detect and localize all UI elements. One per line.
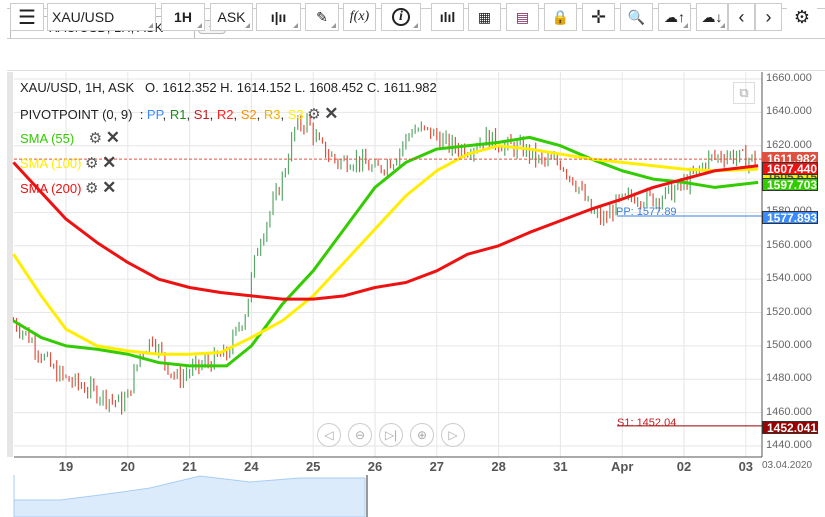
legend-title: XAU/USD, 1H, ASK	[20, 80, 135, 95]
sma55-legend: SMA (55) ⚙ ✕	[20, 128, 120, 148]
x-tick-label: 03	[738, 459, 754, 474]
pivot-item: PP	[146, 107, 163, 122]
s1-annotation: S1: 1452.04	[617, 417, 677, 429]
pivot-item: S2	[240, 107, 257, 122]
sma200-line	[12, 161, 759, 301]
ohlc-legend: XAU/USD, 1H, ASK O. 1612.352 H. 1614.152…	[20, 80, 437, 95]
x-tick-label: 20	[120, 459, 136, 474]
pivot-sep: :	[139, 107, 147, 122]
x-tick-label: 21	[182, 459, 197, 474]
expand-icon[interactable]: ⧉	[733, 82, 755, 104]
pivot-item: R2	[216, 107, 234, 122]
pivot-comma: ,	[233, 107, 241, 122]
y-tick-label: 1460.000	[766, 405, 812, 418]
y-tick-label: 1560.000	[766, 238, 812, 251]
sma200-remove-icon[interactable]: ✕	[102, 178, 116, 197]
x-tick-label: 27	[429, 459, 445, 474]
pivot-comma: ,	[162, 107, 170, 122]
pivot-legend: PIVOTPOINT (0, 9) : PP, R1, S1, R2, S2, …	[20, 104, 339, 124]
pivot-comma: ,	[256, 107, 264, 122]
y-tick-label: 1540.000	[766, 272, 812, 285]
pivot-settings-icon[interactable]: ⚙	[307, 106, 320, 123]
x-tick-label: Apr	[610, 459, 634, 474]
sma200-label: SMA (200)	[20, 181, 82, 196]
pivot-comma: ,	[280, 107, 288, 122]
sma100-label: SMA (100)	[20, 156, 82, 171]
y-tick-label: 1440.000	[766, 438, 812, 451]
x-tick-label: 25	[305, 459, 321, 474]
s1-price-label: 1452.041	[762, 421, 818, 435]
sma100-settings-icon[interactable]: ⚙	[85, 155, 98, 172]
zoom-out-button[interactable]: ⊖	[348, 423, 372, 447]
sma55-label: SMA (55)	[20, 131, 75, 146]
scroll-right-button[interactable]: ▷	[441, 423, 465, 447]
pp-price-label: 1577.893	[762, 211, 818, 225]
date-label: 03.04.2020	[762, 460, 813, 471]
sma55-remove-icon[interactable]: ✕	[106, 128, 120, 147]
pivot-remove-icon[interactable]: ✕	[324, 104, 338, 123]
scroll-left-button[interactable]: ◁	[317, 423, 341, 447]
y-tick-label: 1640.000	[766, 105, 812, 118]
pivot-item: S3	[287, 107, 304, 122]
sma200-price-label: 1607.440	[762, 162, 818, 176]
pivot-label: PIVOTPOINT (0, 9)	[20, 107, 133, 122]
x-tick-label: 24	[244, 459, 259, 474]
pivot-items: PP, R1, S1, R2, S2, R3, S3	[147, 107, 304, 122]
y-tick-label: 1520.000	[766, 305, 812, 318]
x-tick-label: 26	[367, 459, 383, 474]
pivot-item: R1	[169, 107, 187, 122]
sma100-legend: SMA (100) ⚙ ✕	[20, 153, 116, 173]
sma55-settings-icon[interactable]: ⚙	[89, 130, 102, 147]
sma100-remove-icon[interactable]: ✕	[102, 153, 116, 172]
y-tick-label: 1660.000	[766, 72, 812, 84]
sma55-price-label: 1597.703	[762, 178, 818, 192]
x-tick-label: 31	[553, 459, 568, 474]
y-tick-label: 1620.000	[766, 138, 812, 151]
pivot-comma: ,	[186, 107, 194, 122]
sma55-line	[12, 135, 759, 368]
x-tick-label: 02	[676, 459, 692, 474]
pivot-comma: ,	[209, 107, 217, 122]
pivot-item: R3	[263, 107, 281, 122]
y-tick-label: 1480.000	[766, 372, 812, 385]
sma200-settings-icon[interactable]: ⚙	[85, 180, 98, 197]
y-tick-label: 1500.000	[766, 338, 812, 351]
sma200-legend: SMA (200) ⚙ ✕	[20, 178, 116, 198]
zoom-in-button[interactable]: ⊕	[410, 423, 434, 447]
ohlc-values: O. 1612.352 H. 1614.152 L. 1608.452 C. 1…	[145, 80, 437, 95]
pivot-item: S1	[193, 107, 210, 122]
pp-annotation: PP: 1577.89	[616, 206, 677, 218]
scroll-end-button[interactable]: ▷|	[379, 423, 403, 447]
x-tick-label: 19	[58, 459, 74, 474]
x-tick-label: 28	[491, 459, 506, 474]
navigator-area	[13, 475, 366, 517]
